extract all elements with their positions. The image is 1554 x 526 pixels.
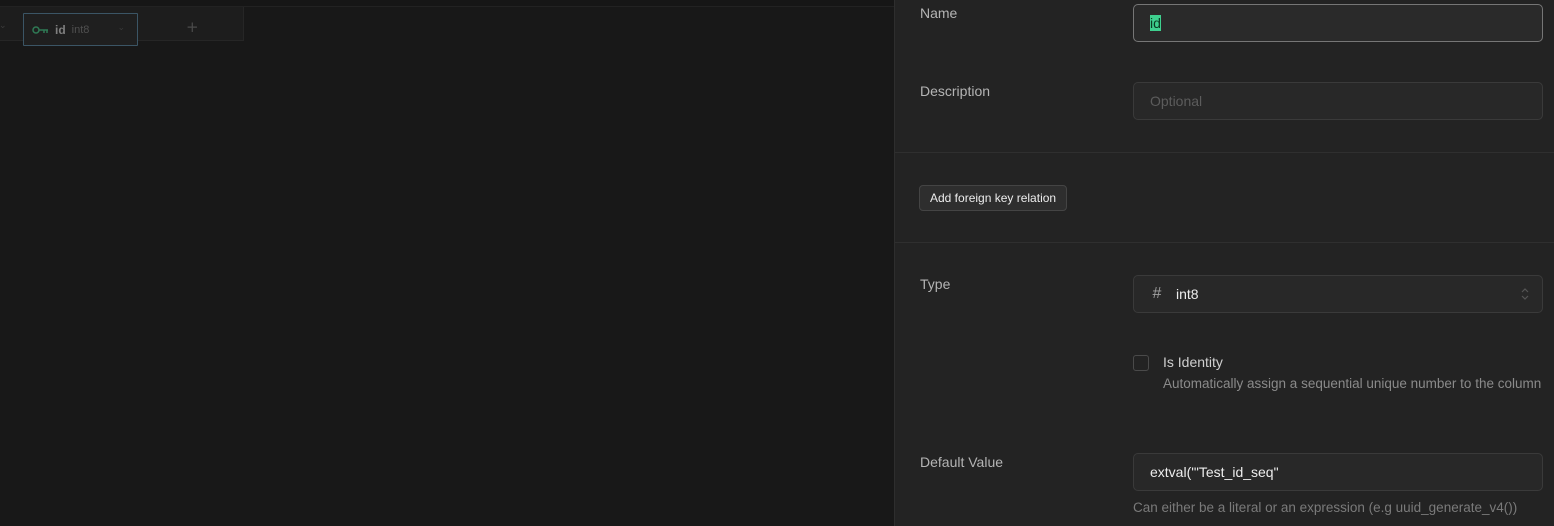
column-type-select[interactable]: # int8 xyxy=(1133,275,1543,313)
column-header-name: id xyxy=(55,22,66,37)
plus-icon[interactable]: + xyxy=(186,20,199,35)
grid-toolbar-edge xyxy=(0,0,894,7)
add-foreign-key-button[interactable]: Add foreign key relation xyxy=(919,185,1068,211)
chevron-up-down-icon xyxy=(1521,288,1529,300)
name-label: Name xyxy=(920,5,958,21)
section-divider xyxy=(895,242,1554,243)
description-label: Description xyxy=(920,83,991,99)
column-side-panel: Name Description Add foreign key relatio… xyxy=(894,0,1554,526)
is-identity-label: Is Identity xyxy=(1163,354,1223,370)
select-all-chevron-icon[interactable]: ⌄ xyxy=(0,21,7,31)
key-icon xyxy=(32,25,48,34)
column-header-id[interactable]: id int8 ⌄ xyxy=(23,13,138,46)
data-grid: ⌄ id int8 ⌄ + xyxy=(0,0,894,526)
default-value-input[interactable] xyxy=(1133,453,1543,491)
default-value-label: Default Value xyxy=(920,454,1004,470)
column-header-type: int8 xyxy=(71,23,90,36)
default-value-help: Can either be a literal or an expression… xyxy=(1133,500,1518,515)
table-editor: ⌄ id int8 ⌄ + Name Description Add forei… xyxy=(0,0,1554,526)
column-type-value: int8 xyxy=(1176,286,1199,302)
is-identity-description: Automatically assign a sequential unique… xyxy=(1163,376,1542,391)
is-identity-checkbox[interactable] xyxy=(1133,355,1149,371)
grid-header-row: ⌄ id int8 ⌄ + xyxy=(0,7,244,46)
hash-icon: # xyxy=(1152,285,1162,302)
column-name-input[interactable] xyxy=(1133,4,1543,42)
section-divider xyxy=(895,152,1554,153)
column-description-input[interactable] xyxy=(1133,82,1543,120)
chevron-down-icon[interactable]: ⌄ xyxy=(117,23,125,33)
type-label: Type xyxy=(920,276,951,292)
